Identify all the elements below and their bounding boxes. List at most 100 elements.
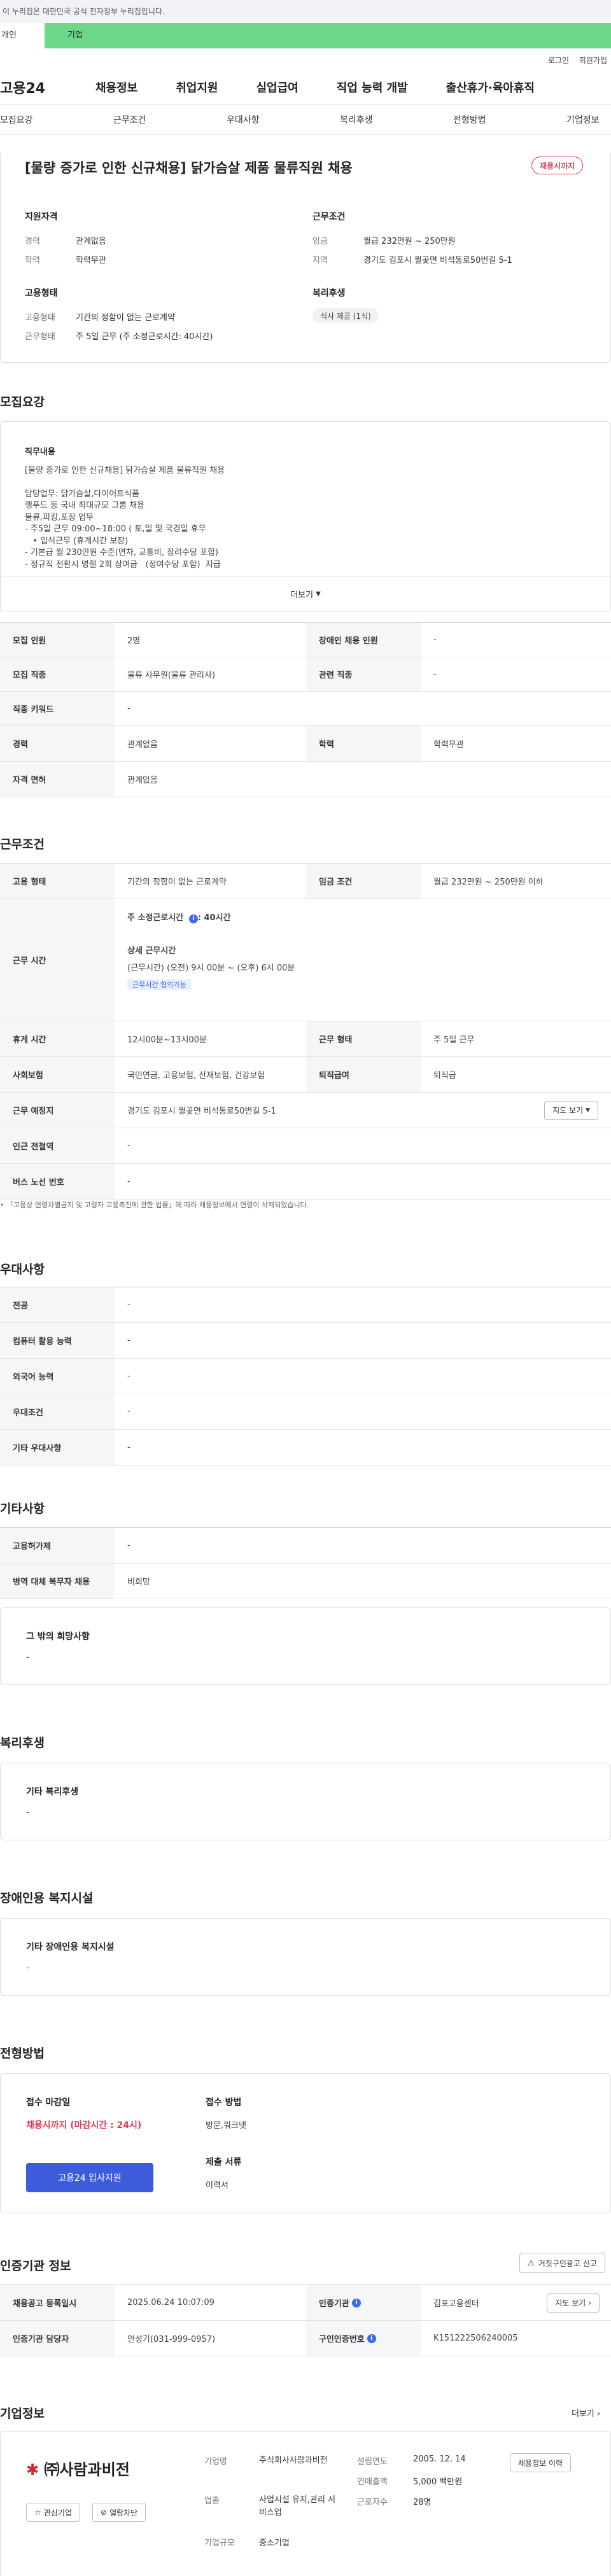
more-label: 더보기 [290,591,314,600]
block-button[interactable]: ⊘ 열람차단 [92,2503,146,2522]
table-row: 전공 - [0,1287,611,1323]
table-row: 모집 직종 물류 사무원(물류 관리사) 관련 직종 - [0,657,611,692]
nav-item-jobs[interactable]: 채용정보 [95,79,137,95]
table-row: 근무 예정지 경기도 김포시 월곶면 비석동로50번길 5-1 지도 보기 ▼ [0,1093,611,1128]
recruit-section-title: 모집요강 [0,395,45,409]
tab-company[interactable]: 기업 [45,23,611,48]
info-icon[interactable]: i [351,2298,361,2307]
login-link[interactable]: 로그인 [548,56,569,65]
table-row: 인근 전철역 - [0,1128,611,1164]
table-row: 인증기관 담당자 안성기(031-999-0957) 구인인증번호 i K1512… [0,2321,611,2356]
wage-value: 월급 232만원 ~ 250만원 [363,237,456,246]
cert-section-title: 인증기관 정보 [0,2259,71,2273]
nav-item-leave[interactable]: 출산휴가·육아휴직 [446,79,535,95]
tab-welfare[interactable]: 복리후생 [340,113,373,126]
duty-line: - 기본급 월 230만원 수준(면차, 교통비, 장려수당 포함) [25,548,219,557]
join-link[interactable]: 회원가입 [579,56,607,65]
sales-value: 5,000 백만원 [413,2477,463,2487]
docs-title: 제출 서류 [206,2157,242,2167]
tab-work[interactable]: 근무조건 [113,113,146,126]
qualification-title: 지원자격 [25,212,58,222]
weekly-hours: 주 소정근로시간 i: 40시간 [127,911,600,923]
row-header: 우대조건 [0,1394,115,1429]
sales-label: 연매출액 [357,2477,388,2487]
interest-button[interactable]: ☆ 관심기업 [26,2503,80,2522]
duty-line: 랭푸드 등 국내 최대규모 그룹 채용 [25,501,145,510]
cert-map-button[interactable]: 지도 보기 › [547,2293,600,2313]
chevron-right-icon: › [588,2298,591,2307]
row-header: 고용허가제 [0,1528,115,1563]
welfare-section-title: 복리후생 [0,1736,45,1750]
info-icon[interactable]: i [367,2334,376,2343]
hours-chip: 근무시간 협의가능 [127,979,192,990]
table-row: 직종 키워드 - [0,692,611,726]
row-value: 퇴직금 [433,1071,456,1081]
table-row: 우대조건 - [0,1394,611,1430]
table-row: 컴퓨터 활용 능력 - [0,1323,611,1359]
recruit-table: 모집 인원 2명 장애인 채용 인원 - 모집 직종 물류 사무원(물류 관리사… [0,622,611,797]
recruit-history-button[interactable]: 채용정보 이력 [510,2453,572,2472]
work-section-title: 근무조건 [0,837,45,851]
conditions-title: 근무조건 [313,212,346,222]
row-value: - [127,1300,130,1310]
block-icon: ⊘ [101,2508,108,2517]
place-cell: 경기도 김포시 월곶면 비석동로50번길 5-1 지도 보기 ▼ [115,1093,611,1128]
age-note-text: 「고용상 연령차별금지 및 고령자 고용촉진에 관한 법률」에 따라 채용정보에… [6,1201,309,1209]
row-header: 근무 예정지 [0,1093,115,1128]
row-header: 구인인증번호 i [306,2321,421,2356]
tab-person[interactable]: 개인 [0,23,45,48]
info-icon[interactable]: i [188,914,198,923]
region-value: 경기도 김포시 월곶면 비석동로50번길 5-1 [363,256,512,265]
org-label: 인증기관 [319,2299,349,2309]
row-header: 임금 조건 [306,864,421,899]
table-row: 자격 면허 관계없음 [0,762,611,797]
row-header: 휴게 시간 [0,1021,115,1056]
tab-company[interactable]: 기업정보 [566,113,600,126]
welfare-chip: 식사 제공 (1식) [313,308,379,323]
row-value: 2025.06.24 10:07:09 [127,2298,214,2307]
process-card: 접수 마감일 채용시까지 (마감시간 : 24시) 고용24 입사지원 접수 방… [0,2073,611,2213]
table-row: 근무 시간 주 소정근로시간 i: 40시간 상세 근무시간 (근무시간) (오… [0,899,611,1021]
map-button-label: 지도 보기 [552,1106,584,1115]
table-row: 휴게 시간 12시00분~13시00분 근무 형태 주 5일 근무 [0,1021,611,1057]
nav-item-training[interactable]: 직업 능력 개발 [337,79,408,95]
main-nav: 고용24 채용정보 취업지원 실업급여 직업 능력 개발 출산휴가·육아휴직 [0,70,611,104]
disability-card: 기타 장애인용 복지시설 - [0,1918,611,1996]
tab-preference[interactable]: 우대사항 [227,113,260,126]
nav-item-support[interactable]: 취업지원 [176,79,218,95]
duty-line: • 입식근무 (휴게시간 보장) [25,536,129,546]
row-value: - [127,1177,130,1186]
row-value: - [127,704,130,713]
row-value: 비희망 [127,1578,150,1587]
apply-button[interactable]: 고용24 입사지원 [26,2163,153,2192]
deadline-value: 채용시까지 (마감시간 : 24시) [26,2120,142,2131]
more-button[interactable]: 더보기 ▼ [1,576,610,612]
site-logo[interactable]: 고용24 [0,77,95,97]
row-value: - [127,1407,130,1417]
row-header: 버스 노선 번호 [0,1164,115,1199]
duty-title: 직무내용 [25,447,55,457]
industry-label: 업종 [204,2496,220,2506]
company-more-link[interactable]: 더보기 › [572,2407,600,2419]
disability-section-title: 장애인용 복지시설 [0,1891,94,1905]
summary-card: [물량 증가로 인한 신규채용] 닭가슴살 제품 물류직원 채용 채용시까지 지… [0,153,611,363]
interest-label: 관심기업 [43,2508,72,2517]
report-button[interactable]: ⚠ 거짓구인광고 신고 [519,2253,605,2273]
person-icon: ✱ [26,2461,39,2479]
row-value: K151222506240005 [433,2334,518,2343]
page-root: 이 누리집은 대한민국 공식 전자정부 누리집입니다. 개인 기업 로그인 회원… [0,0,611,2576]
employees-label: 근로자수 [357,2498,388,2507]
siren-icon: ⚠ [528,2258,535,2267]
duty-content: [물량 증가로 인한 신규채용] 닭가슴살 제품 물류직원 채용 담당업무: 닭… [25,465,585,571]
tab-recruit[interactable]: 모집요강 [0,113,33,126]
row-value: 월급 232만원 ~ 250만원 이하 [433,878,544,887]
nav-item-unemployment[interactable]: 실업급여 [256,79,298,95]
map-button[interactable]: 지도 보기 ▼ [544,1100,598,1120]
row-header: 근무 형태 [306,1021,421,1056]
tab-process[interactable]: 전형방법 [453,113,486,126]
utility-links: 로그인 회원가입 [0,55,611,70]
emp-type-label: 고용형태 [25,313,55,323]
table-row: 고용허가제 - [0,1528,611,1564]
row-value: - [127,1141,130,1151]
row-value: - [127,1443,130,1452]
